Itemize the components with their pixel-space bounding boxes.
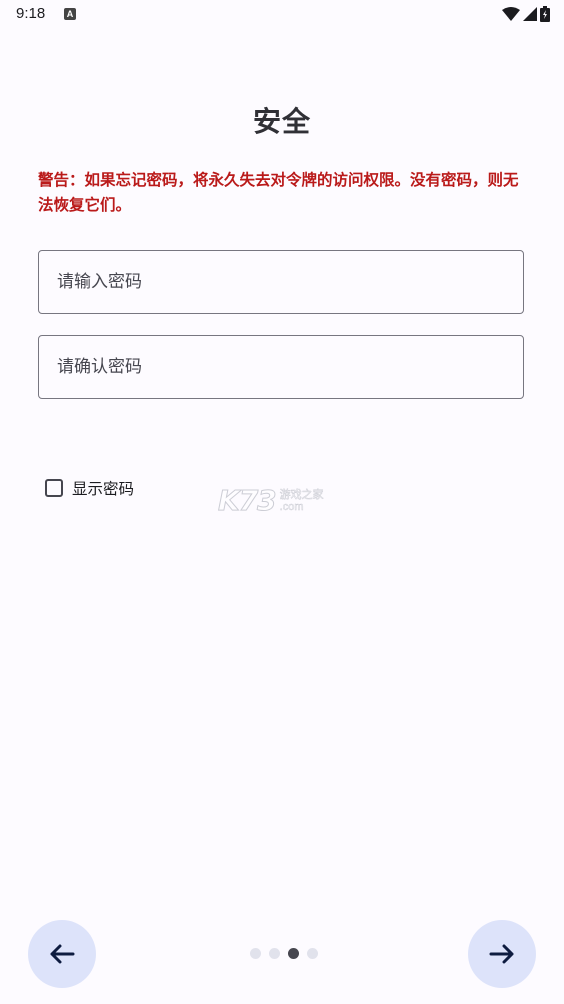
watermark-domain: .com bbox=[279, 500, 304, 513]
warning-message: 警告：如果忘记密码，将永久失去对令牌的访问权限。没有密码，则无法恢复它们。 bbox=[38, 171, 519, 214]
watermark-cn-text: 游戏之家 bbox=[279, 487, 324, 501]
signal-icon bbox=[523, 7, 537, 21]
show-password-toggle[interactable]: 显示密码 bbox=[45, 477, 134, 499]
page-dot bbox=[307, 948, 318, 959]
status-time: 9:18 bbox=[16, 5, 46, 22]
status-icons bbox=[502, 6, 550, 22]
page-dot bbox=[250, 948, 261, 959]
arrow-left-icon bbox=[50, 944, 75, 964]
watermark: K73 游戏之家 .com bbox=[218, 484, 324, 518]
wifi-icon bbox=[502, 7, 520, 21]
arrow-right-icon bbox=[489, 944, 514, 964]
battery-charging-icon bbox=[540, 6, 550, 22]
status-bar: 9:18 A bbox=[0, 0, 564, 30]
back-button[interactable] bbox=[28, 920, 96, 988]
next-button[interactable] bbox=[468, 920, 536, 988]
password-input[interactable] bbox=[39, 251, 523, 313]
watermark-brand: K73 bbox=[218, 484, 278, 518]
password-field-container bbox=[38, 250, 524, 314]
page-title: 安全 bbox=[252, 105, 311, 138]
a-icon: A bbox=[64, 8, 76, 20]
confirm-password-input[interactable] bbox=[39, 336, 523, 398]
page-dot bbox=[269, 948, 280, 959]
page-dot-active bbox=[288, 948, 299, 959]
show-password-label: 显示密码 bbox=[72, 480, 135, 498]
confirm-password-field-container bbox=[38, 335, 524, 399]
show-password-checkbox[interactable] bbox=[45, 479, 63, 497]
watermark-side: 游戏之家 .com bbox=[279, 487, 324, 513]
page-indicator bbox=[250, 948, 318, 959]
